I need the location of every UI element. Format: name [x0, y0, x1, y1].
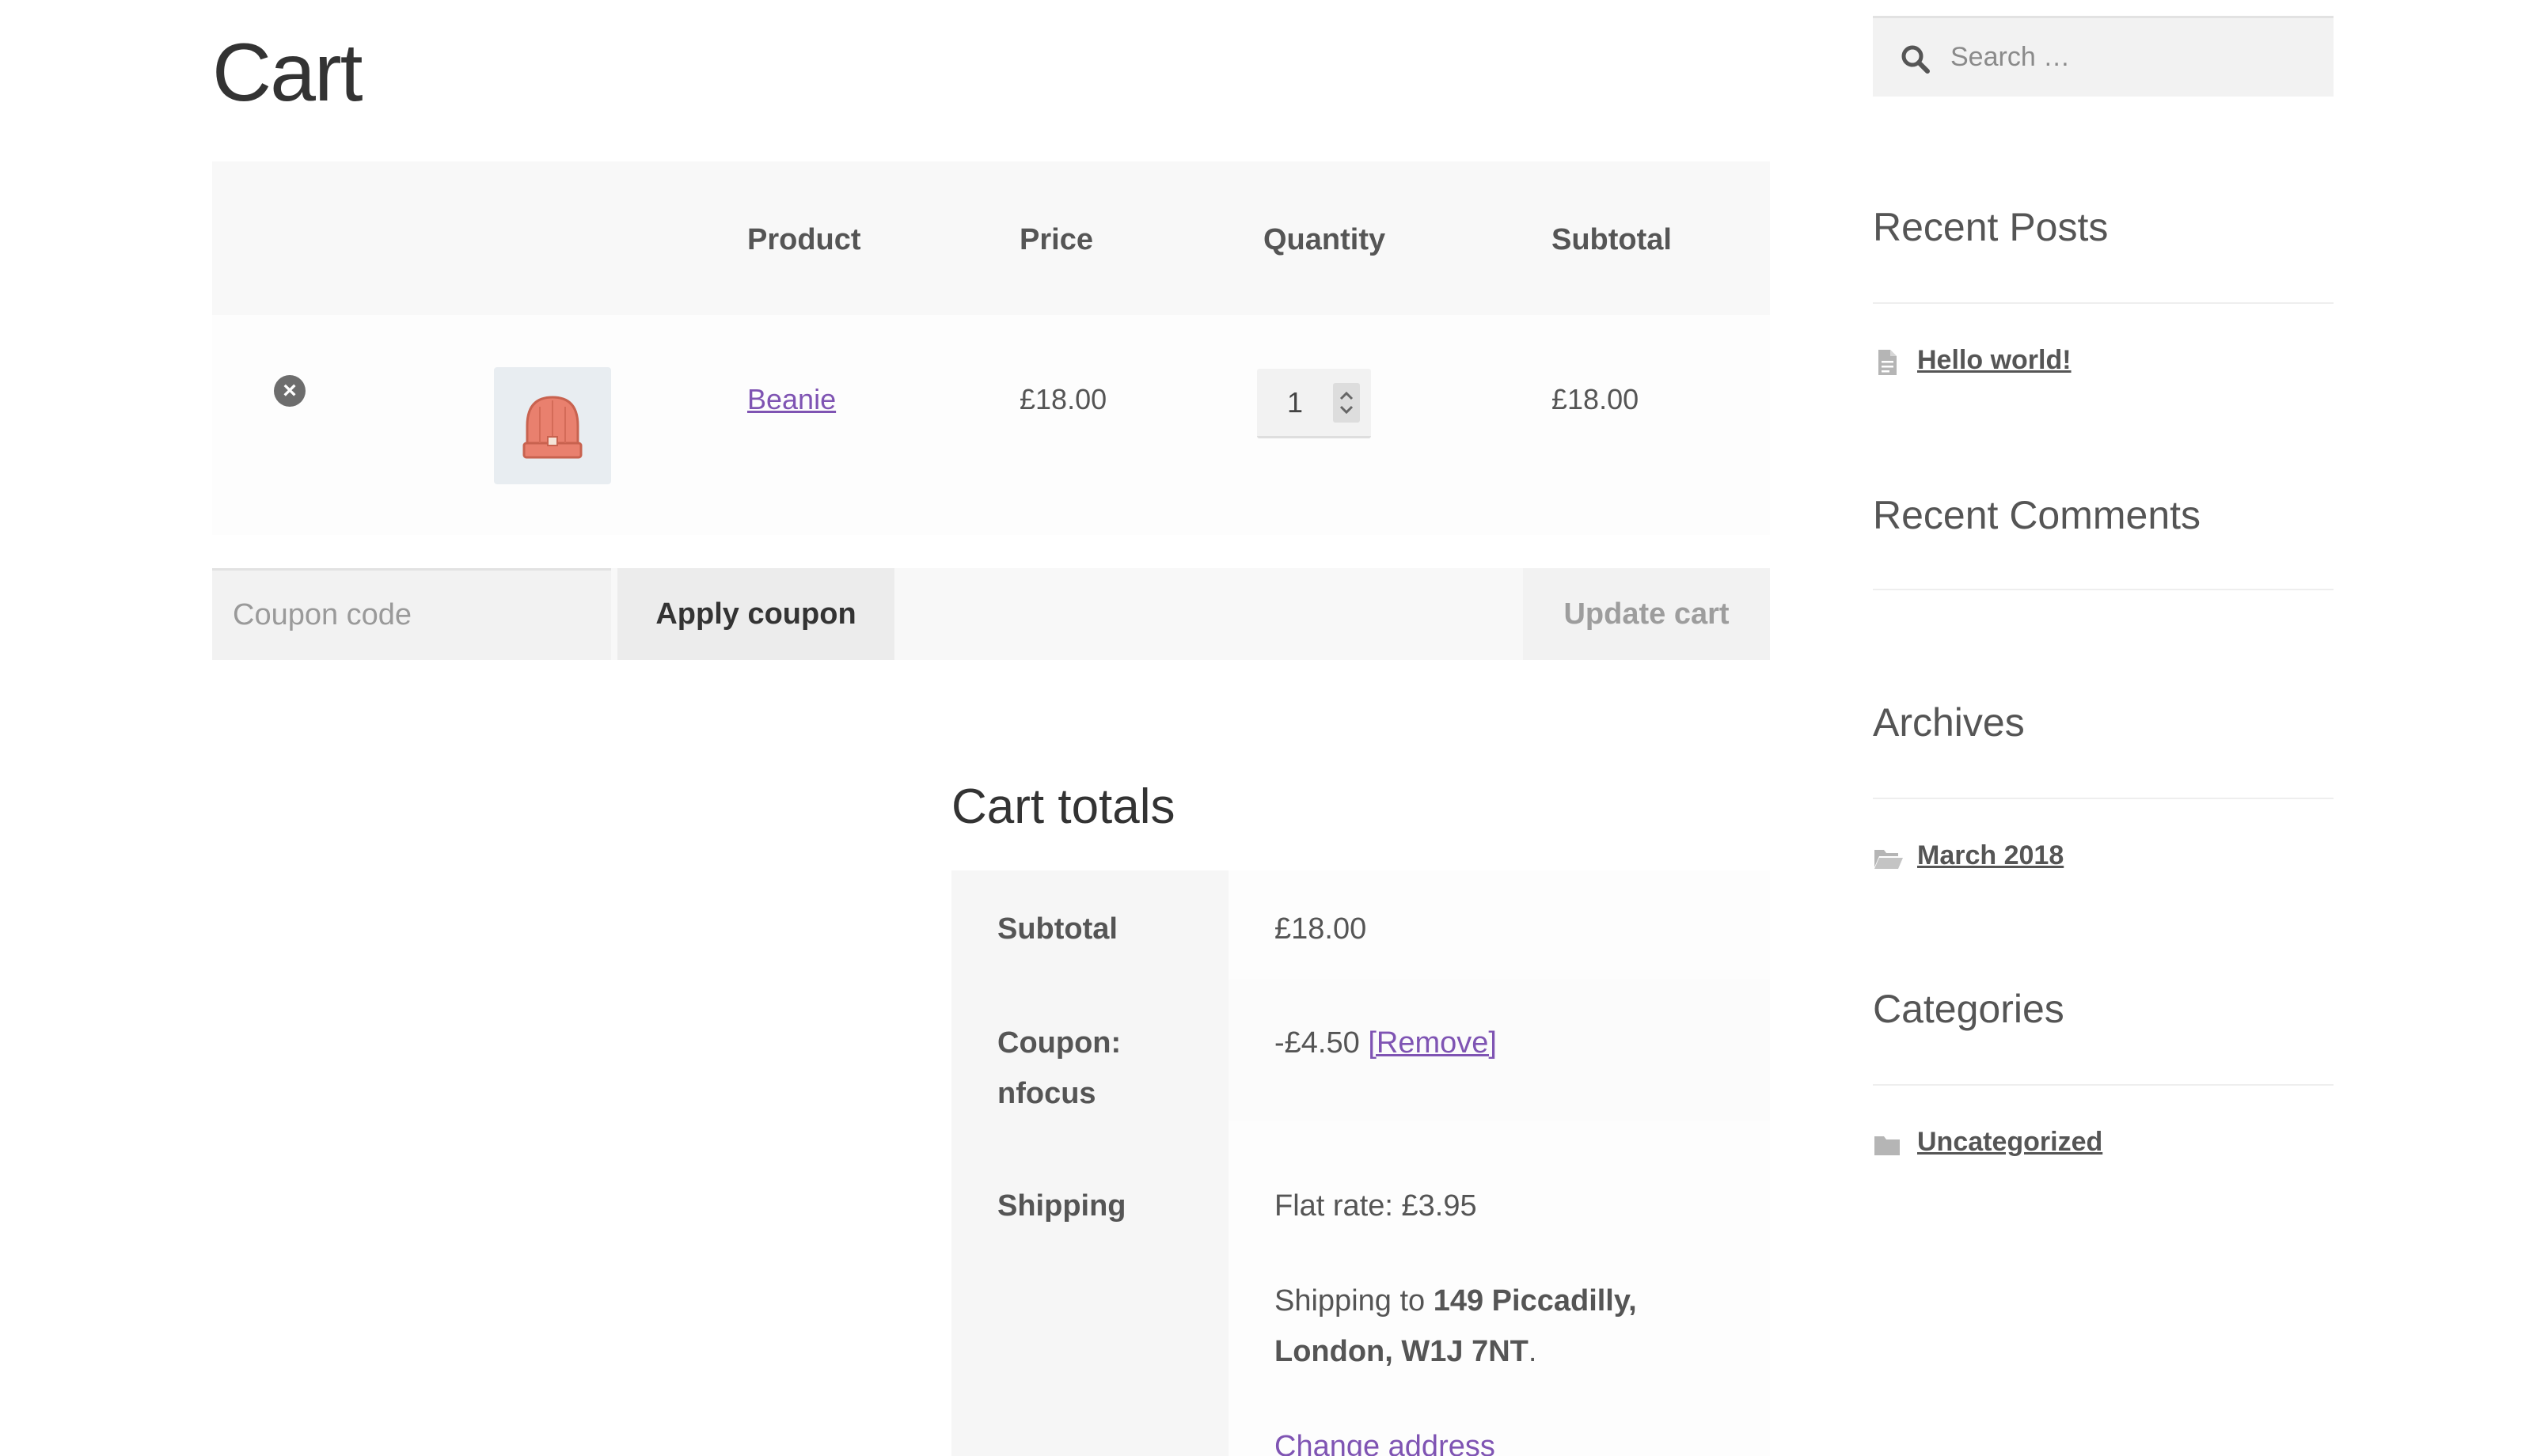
subtotal-value: £18.00	[1274, 912, 1367, 946]
chevron-up-down-icon[interactable]	[1333, 383, 1360, 423]
cart-totals-table: Subtotal £18.00 Coupon: nfocus -£4.50 [R…	[951, 870, 1770, 1456]
search-input[interactable]	[1949, 18, 2324, 96]
category-link[interactable]: Uncategorized	[1917, 1127, 2102, 1158]
recent-post-link[interactable]: Hello world!	[1917, 345, 2072, 376]
column-header-price: Price	[1020, 223, 1093, 256]
page-title: Cart	[212, 27, 363, 119]
widget-divider	[1873, 589, 2334, 590]
document-icon	[1873, 348, 1901, 377]
product-subtotal: £18.00	[1551, 383, 1639, 415]
widget-divider	[1873, 302, 2334, 304]
table-row	[212, 315, 1770, 535]
coupon-label: Coupon:	[997, 1026, 1122, 1060]
shipping-method: Flat rate: £3.95	[1274, 1189, 1477, 1223]
cart-totals-title: Cart totals	[951, 779, 1175, 834]
search-icon[interactable]	[1900, 44, 1931, 75]
product-price: £18.00	[1020, 383, 1107, 415]
cart-table: Product Price Quantity Subtotal × Beanie…	[212, 161, 1770, 535]
widget-title-recent-posts: Recent Posts	[1873, 205, 2109, 249]
change-address-link[interactable]: Change address	[1274, 1421, 1495, 1456]
column-header-product: Product	[747, 223, 861, 256]
page: Cart Product Price Quantity Subtotal × B…	[0, 0, 2533, 1456]
quantity-stepper[interactable]: 1	[1257, 369, 1371, 438]
shipping-address-line2: London, W1J 7NT	[1274, 1335, 1529, 1368]
shipping-destination-line2: London, W1J 7NT.	[1274, 1326, 1536, 1377]
remove-item-button[interactable]: ×	[274, 375, 306, 407]
shipping-address-line1: 149 Piccadilly,	[1433, 1284, 1637, 1318]
folder-open-icon	[1873, 844, 1903, 872]
shipping-to-prefix: Shipping to	[1274, 1284, 1426, 1318]
shipping-address-suffix: .	[1528, 1335, 1537, 1368]
shipping-label: Shipping	[997, 1189, 1126, 1223]
cart-actions: Apply coupon Update cart	[212, 568, 1770, 660]
widget-title-recent-comments: Recent Comments	[1873, 493, 2201, 537]
update-cart-button[interactable]: Update cart	[1523, 568, 1770, 660]
widget-divider	[1873, 1084, 2334, 1086]
remove-coupon-link[interactable]: [Remove]	[1368, 1026, 1497, 1060]
folder-icon	[1873, 1130, 1901, 1158]
quantity-spinner[interactable]	[1333, 383, 1360, 423]
column-header-quantity: Quantity	[1263, 223, 1386, 256]
archive-link[interactable]: March 2018	[1917, 840, 2064, 871]
product-link-beanie[interactable]: Beanie	[747, 383, 836, 415]
widget-divider	[1873, 798, 2334, 799]
search-box[interactable]	[1873, 16, 2334, 97]
quantity-value[interactable]: 1	[1287, 386, 1303, 419]
coupon-value: -£4.50 [Remove]	[1274, 1018, 1497, 1068]
coupon-code-input[interactable]	[212, 568, 611, 660]
subtotal-label: Subtotal	[997, 912, 1118, 946]
coupon-code-name: nfocus	[997, 1077, 1096, 1110]
totals-label-column	[951, 870, 1229, 1456]
coupon-discount: -£4.50	[1274, 1026, 1360, 1060]
widget-title-archives: Archives	[1873, 700, 2025, 745]
cart-table-header	[212, 161, 1770, 315]
column-header-subtotal: Subtotal	[1551, 223, 1672, 256]
shipping-destination-line1: Shipping to 149 Piccadilly,	[1274, 1276, 1637, 1326]
product-thumbnail[interactable]	[494, 367, 611, 484]
apply-coupon-button[interactable]: Apply coupon	[617, 568, 894, 660]
beanie-icon	[522, 396, 583, 459]
widget-title-categories: Categories	[1873, 987, 2064, 1031]
